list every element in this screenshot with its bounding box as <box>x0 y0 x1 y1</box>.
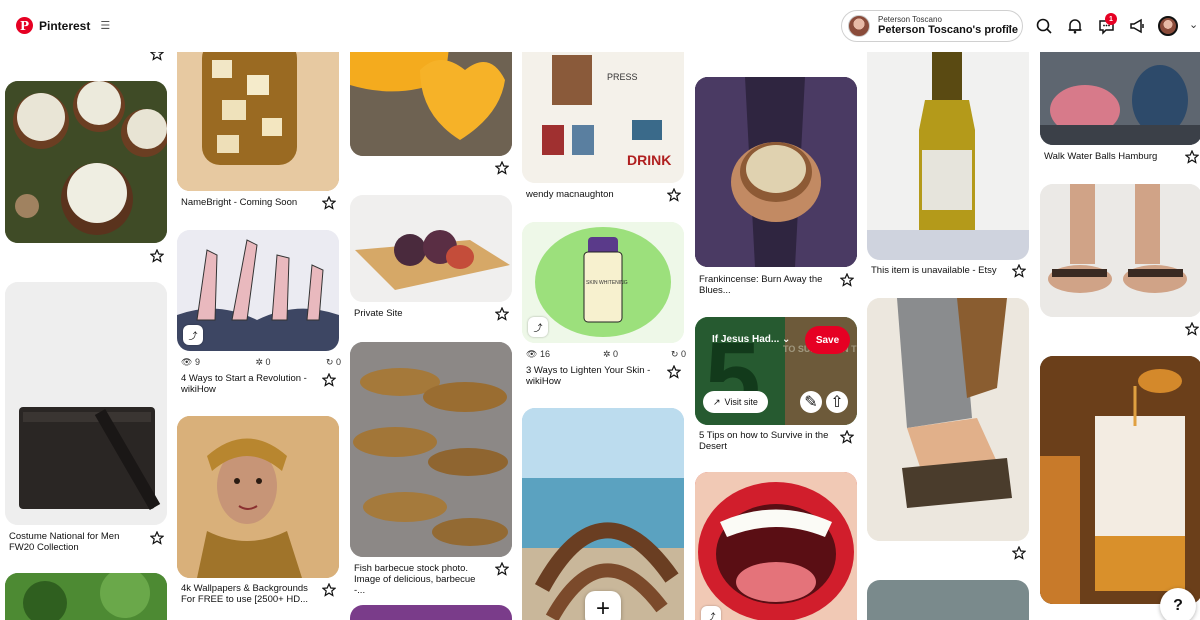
poster-drink-text: DRINK <box>627 152 671 168</box>
star-icon[interactable] <box>839 272 855 287</box>
pin-title[interactable]: Costume National for Men FW20 Collection <box>9 531 139 553</box>
star-icon[interactable] <box>1011 263 1027 278</box>
save-button[interactable]: Save <box>805 326 850 354</box>
brand[interactable]: P Pinterest ☰ <box>16 17 110 34</box>
star-icon[interactable] <box>494 561 510 576</box>
saves-stat: ✲ 0 <box>602 349 618 359</box>
pin-image-sandals-beach[interactable] <box>522 408 684 620</box>
star-icon[interactable] <box>149 248 165 263</box>
star-icon[interactable] <box>149 530 165 545</box>
pin-image-desert-hover[interactable]: 5 TO SURVIVE IN THE DESERT If Jesus Had.… <box>695 317 857 425</box>
poster-press-text: PRESS <box>607 72 638 82</box>
views-stat: 👁 16 <box>526 349 550 359</box>
pin-image-hands[interactable]: ⤴ <box>177 230 339 351</box>
pin-image-mold[interactable] <box>350 40 512 156</box>
repins-stat: ↻ 0 <box>325 357 341 367</box>
pin-title[interactable]: 3 Ways to Lighten Your Skin - wikiHow <box>526 365 656 387</box>
star-icon[interactable] <box>321 372 337 387</box>
pin-image-wine-poster[interactable]: DRINK PRESS <box>522 40 684 183</box>
megaphone-icon[interactable] <box>1128 17 1146 35</box>
pin-image-water-balls[interactable] <box>1040 40 1200 145</box>
brand-name: Pinterest <box>39 18 91 33</box>
edit-pencil-icon[interactable]: ✎ <box>800 391 822 413</box>
pin-image-green[interactable] <box>5 573 167 620</box>
pin-image-frankincense[interactable] <box>695 77 857 267</box>
pin-title[interactable]: NameBright - Coming Soon <box>181 197 311 208</box>
star-icon[interactable] <box>494 160 510 175</box>
repins-stat: ↻ 0 <box>670 349 686 359</box>
account-chevron-icon[interactable]: ⌄ <box>1189 18 1198 31</box>
star-icon[interactable] <box>666 187 682 202</box>
pin-title[interactable]: Fish barbecue stock photo. Image of deli… <box>354 563 484 596</box>
bell-icon[interactable] <box>1066 17 1084 35</box>
profile-avatar <box>848 15 870 37</box>
star-icon[interactable] <box>1184 149 1200 164</box>
pin-image-figs[interactable] <box>350 195 512 302</box>
pin-image-bag[interactable] <box>5 282 167 525</box>
pin-image-purple[interactable] <box>350 605 512 620</box>
star-icon[interactable] <box>666 364 682 379</box>
pin-title[interactable]: wendy macnaughton <box>526 189 656 200</box>
chevron-down-icon: ⌄ <box>1005 20 1014 31</box>
help-button[interactable]: ? <box>1160 588 1196 620</box>
create-plus-button[interactable]: + <box>585 591 621 620</box>
visit-site-button[interactable]: ↗ Visit site <box>703 391 768 413</box>
idea-pin-icon: ⤴ <box>183 325 203 345</box>
pin-image-skin[interactable]: SKIN WHITENING ⤴ <box>522 222 684 343</box>
pin-stats: 👁 9 ✲ 0 ↻ 0 <box>181 357 341 368</box>
pin-image-mouth[interactable]: ⤴ <box>695 472 857 620</box>
board-name: If Jesus Had... <box>712 334 780 345</box>
pin-image-jar[interactable] <box>177 40 339 191</box>
search-icon[interactable] <box>1035 17 1053 35</box>
notification-badge: 1 <box>1105 13 1117 25</box>
share-icon[interactable]: ⇧ <box>826 391 848 413</box>
pin-image-sandal-foot[interactable] <box>867 298 1029 541</box>
pinterest-logo-icon: P <box>16 17 33 34</box>
pin-title[interactable]: Private Site <box>354 308 484 319</box>
star-icon[interactable] <box>321 195 337 210</box>
jar-label: SKIN WHITENING <box>586 280 628 286</box>
pin-image-queen[interactable] <box>177 416 339 578</box>
star-icon[interactable] <box>494 306 510 321</box>
arrow-up-right-icon: ↗ <box>713 396 721 407</box>
pin-image-fish[interactable] <box>350 342 512 557</box>
star-icon[interactable] <box>1184 321 1200 336</box>
star-icon[interactable] <box>321 582 337 597</box>
user-avatar[interactable] <box>1158 16 1178 36</box>
star-icon[interactable] <box>839 429 855 444</box>
pin-title[interactable]: 5 Tips on how to Survive in the Desert <box>699 430 829 452</box>
idea-pin-icon: ⤴ <box>701 606 721 620</box>
saves-stat: ✲ 0 <box>255 357 271 367</box>
pin-image-oil[interactable] <box>867 40 1029 260</box>
top-header: P Pinterest ☰ Peterson Toscano Peterson … <box>0 0 1200 52</box>
views-stat: 👁 9 <box>181 357 200 367</box>
pin-image-bows[interactable] <box>867 580 1029 620</box>
pin-stats: 👁 16 ✲ 0 ↻ 0 <box>526 349 686 360</box>
pin-image-feet-sandals[interactable] <box>1040 184 1200 317</box>
pin-title[interactable]: Walk Water Balls Hamburg <box>1044 151 1174 162</box>
star-icon[interactable] <box>1011 545 1027 560</box>
profile-owner: Peterson Toscano <box>878 14 942 24</box>
hamburger-icon[interactable]: ☰ <box>100 19 110 32</box>
pin-title[interactable]: 4 Ways to Start a Revolution - wikiHow <box>181 373 311 395</box>
visit-label: Visit site <box>724 397 758 407</box>
profile-label: Peterson Toscano's profile <box>878 24 1018 37</box>
pin-title[interactable]: This item is unavailable - Etsy <box>871 265 1001 276</box>
pin-image-cupcakes[interactable] <box>5 81 167 243</box>
idea-pin-icon: ⤴ <box>528 317 548 337</box>
profile-switcher[interactable]: Peterson Toscano Peterson Toscano's prof… <box>841 10 1023 42</box>
pin-image-honey-milk[interactable] <box>1040 356 1200 604</box>
pin-title[interactable]: 4k Wallpapers & Backgrounds For FREE to … <box>181 583 311 605</box>
board-selector[interactable]: If Jesus Had... ⌄ <box>712 334 790 345</box>
pin-title[interactable]: Frankincense: Burn Away the Blues... <box>699 274 829 296</box>
